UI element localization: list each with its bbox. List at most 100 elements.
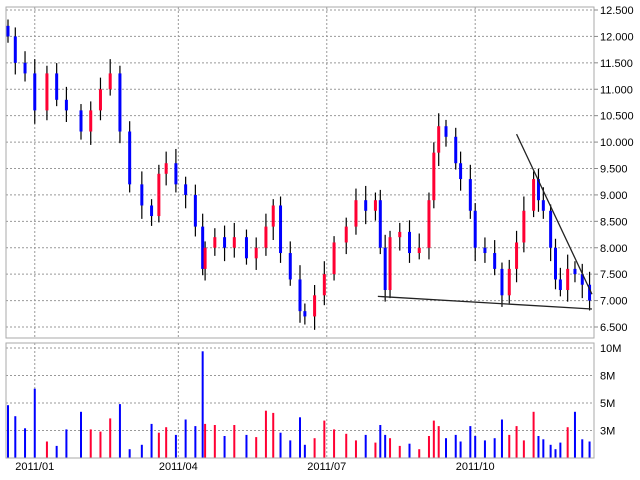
- volume-bar: [45, 441, 48, 458]
- volume-bar: [165, 427, 168, 458]
- candle-body: [332, 242, 336, 275]
- candle-body: [383, 247, 387, 291]
- candle-body: [507, 268, 511, 296]
- candle-body: [203, 247, 207, 269]
- candle-body: [322, 274, 326, 296]
- volume-bar: [65, 429, 68, 458]
- volume-bar: [437, 426, 440, 458]
- volume-bar: [364, 434, 367, 458]
- price-tick-label: 7.500: [600, 269, 628, 281]
- candle-body: [541, 200, 545, 211]
- volume-bar: [109, 418, 112, 458]
- volume-bar: [542, 439, 545, 458]
- candle-body: [364, 200, 368, 211]
- volume-tick-label: 8M: [600, 371, 615, 383]
- volume-bar: [204, 423, 207, 458]
- candle-body: [33, 73, 37, 111]
- volume-bar: [588, 441, 591, 458]
- volume-bar: [201, 351, 204, 458]
- volume-bar: [245, 434, 248, 458]
- candle-body: [427, 200, 431, 248]
- candle-body: [437, 126, 441, 153]
- candle-body: [417, 247, 421, 254]
- candle-body: [164, 163, 168, 174]
- candle-body: [373, 200, 377, 211]
- candle-body: [573, 268, 577, 275]
- candle-body: [532, 179, 536, 211]
- price-tick-label: 10.000: [600, 137, 634, 149]
- volume-bar: [184, 419, 187, 458]
- volume-bar: [418, 449, 421, 458]
- price-tick-label: 9.500: [600, 164, 628, 176]
- volume-bar: [427, 436, 430, 458]
- volume-bar: [333, 429, 336, 458]
- volume-bar: [573, 411, 576, 458]
- volume-bar: [157, 432, 160, 458]
- volume-bar: [174, 434, 177, 458]
- volume-bar: [213, 425, 216, 458]
- candle-body: [232, 237, 236, 248]
- price-tick-label: 8.000: [600, 243, 628, 255]
- volume-bar: [140, 444, 143, 458]
- candle-body: [566, 268, 570, 291]
- date-tick-label: 2011/04: [159, 461, 198, 473]
- volume-bar: [398, 445, 401, 458]
- candle-body: [45, 73, 49, 111]
- candle-body: [558, 279, 562, 291]
- candle-body: [184, 184, 188, 195]
- price-tick-label: 11.500: [600, 58, 633, 70]
- volume-bar: [255, 437, 258, 458]
- volume-bar: [354, 440, 357, 458]
- candle-body: [493, 253, 497, 269]
- volume-bar: [264, 410, 267, 458]
- price-tick-label: 7.000: [600, 296, 628, 308]
- candle-body: [515, 242, 519, 269]
- volume-bar: [559, 442, 562, 458]
- candle-body: [554, 247, 557, 280]
- candle-body: [454, 136, 458, 164]
- candle-body: [98, 89, 102, 111]
- volume-tick-label: 10M: [600, 343, 621, 355]
- volume-bar: [128, 449, 131, 458]
- volume-bar: [99, 431, 102, 458]
- candle-body: [157, 173, 161, 217]
- price-tick-label: 12.500: [600, 5, 634, 17]
- volume-bar: [581, 439, 584, 458]
- candle-body: [288, 253, 292, 280]
- volume-bar: [194, 426, 197, 458]
- candle-body: [213, 237, 217, 248]
- candles: [6, 19, 592, 330]
- stock-chart: 12.500 12.000 11.500 11.000 10.500 10.000 9.50…: [5, 5, 634, 473]
- candle-body: [13, 36, 17, 63]
- candle-body: [193, 194, 197, 227]
- volume-bar: [389, 438, 392, 458]
- price-tick-label: 10.500: [600, 111, 634, 123]
- volume-bar: [454, 434, 457, 458]
- candle-body: [483, 247, 487, 254]
- candle-body: [89, 110, 93, 132]
- volume-bar: [515, 426, 518, 458]
- volume-bar: [289, 440, 292, 458]
- candle-body: [303, 311, 307, 317]
- volume-bar: [7, 405, 9, 458]
- volume-bar: [33, 388, 36, 458]
- volume-bar: [313, 438, 316, 458]
- candle-body: [313, 295, 317, 317]
- candle-body: [408, 231, 411, 254]
- volume-bar: [384, 434, 387, 458]
- volume-bar: [483, 440, 486, 458]
- candle-body: [244, 237, 248, 259]
- trendline: [377, 295, 593, 310]
- candle-body: [150, 205, 154, 217]
- candle-body: [459, 163, 463, 180]
- candle-body: [6, 25, 10, 37]
- volume-bar: [89, 429, 92, 458]
- candle-body: [549, 210, 553, 248]
- volume-bar: [55, 445, 58, 458]
- volume-bar: [459, 441, 462, 458]
- candle-body: [55, 73, 59, 100]
- candle-body: [79, 110, 83, 132]
- date-tick-label: 2011/01: [15, 461, 54, 473]
- candle-body: [223, 237, 227, 248]
- candle-body: [174, 163, 178, 185]
